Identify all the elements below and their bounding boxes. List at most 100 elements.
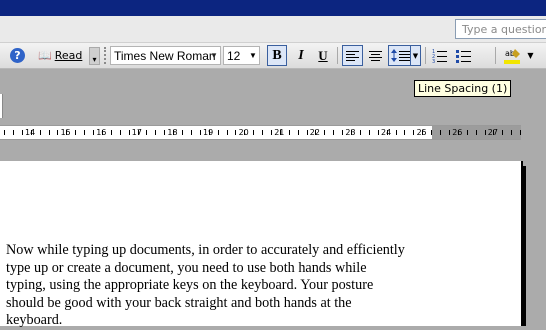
- ruler-tick: [502, 130, 503, 135]
- ruler-tick: [182, 130, 183, 135]
- ruler-tick: [129, 130, 130, 135]
- ruler-tick: [476, 130, 477, 135]
- ruler-tick: [369, 130, 370, 135]
- align-left-icon: [346, 51, 359, 61]
- ruler-tick: [146, 130, 147, 135]
- underline-button[interactable]: U: [313, 45, 333, 66]
- ruler-tick: [342, 130, 343, 135]
- line-spacing-tooltip: Line Spacing (1): [414, 80, 512, 97]
- ruler-tick: [485, 130, 486, 135]
- italic-button[interactable]: I: [291, 45, 311, 66]
- toolbar-grip-handle[interactable]: [104, 47, 107, 64]
- ruler-tick: [4, 130, 5, 135]
- toolbar-separator: [425, 47, 426, 64]
- ruler-tick: [467, 130, 468, 135]
- document-line: should be good with your back straight a…: [6, 294, 352, 311]
- ruler-tick: [413, 130, 414, 135]
- ruler-tick: [57, 130, 58, 135]
- font-size-value: 12: [227, 49, 241, 63]
- ruler-tick: [191, 130, 192, 135]
- ruler-tick: [307, 130, 308, 135]
- font-name-value: Times New Roman: [114, 49, 216, 63]
- chevron-down-icon[interactable]: ▼: [410, 46, 420, 65]
- ruler-tick: [22, 130, 23, 135]
- ruler-tick: [209, 130, 210, 135]
- ruler-tick: [235, 130, 236, 135]
- book-icon: 📖: [38, 49, 52, 62]
- ruler-tick: [164, 130, 165, 135]
- ruler-tick: [271, 130, 272, 135]
- line-spacing-button[interactable]: ▼: [388, 45, 421, 66]
- ruler-tick: [280, 130, 281, 135]
- font-name-select[interactable]: Times New Roman ▼: [110, 46, 221, 65]
- ask-question-input[interactable]: Type a question f: [455, 19, 546, 39]
- ruler-tick: [111, 130, 112, 135]
- toolbar-separator: [495, 47, 496, 64]
- chevron-down-icon[interactable]: ▼: [208, 47, 220, 64]
- ruler-tick: [378, 130, 379, 135]
- document-line: keyboard.: [6, 312, 63, 328]
- align-center-icon: [369, 51, 382, 61]
- ruler-tick: [333, 130, 334, 135]
- ruler-tick: [289, 130, 290, 135]
- ruler-tick: [431, 130, 432, 135]
- formatting-toolbar: ? 📖 Read ▾ Times New Roman ▼ 12 ▼ B I U …: [0, 43, 546, 69]
- ruler-tick: [227, 130, 228, 135]
- bulleted-list-icon: [456, 50, 471, 63]
- ruler-tick: [298, 130, 299, 135]
- chevron-down-icon[interactable]: ▼: [526, 51, 535, 60]
- toolbar-options-chevron-icon[interactable]: ▾: [89, 47, 100, 65]
- numbered-list-button[interactable]: 123: [429, 45, 450, 66]
- toolbar-separator: [337, 47, 338, 64]
- ruler-tick: [244, 130, 245, 135]
- font-size-select[interactable]: 12 ▼: [223, 46, 260, 65]
- ruler-tick: [449, 130, 450, 135]
- ruler-tick: [93, 130, 94, 135]
- highlight-icon: ab: [504, 49, 520, 64]
- align-center-button[interactable]: [365, 45, 386, 66]
- horizontal-ruler[interactable]: 1415161718192021222324252627: [0, 125, 521, 140]
- document-page[interactable]: Now while typing up documents, in order …: [0, 161, 523, 328]
- task-pane-edge: [0, 94, 3, 118]
- ruler-tick: [49, 130, 50, 135]
- line-spacing-icon: [391, 49, 410, 62]
- bulleted-list-button[interactable]: [453, 45, 474, 66]
- bold-button[interactable]: B: [267, 45, 287, 66]
- ruler-tick: [422, 130, 423, 135]
- ruler-tick: [66, 130, 67, 135]
- ruler-tick: [520, 130, 521, 135]
- ruler-tick: [351, 130, 352, 135]
- ruler-tick: [218, 130, 219, 135]
- ruler-tick: [396, 130, 397, 135]
- ruler-tick: [493, 130, 494, 135]
- ruler-tick: [404, 130, 405, 135]
- ruler-tick: [31, 130, 32, 135]
- page-shadow: [523, 166, 526, 326]
- ruler-tick: [138, 130, 139, 135]
- ruler-tick: [440, 130, 441, 135]
- document-line: Now while typing up documents, in order …: [6, 242, 405, 258]
- ruler-tick: [13, 130, 14, 135]
- highlight-button[interactable]: ab: [502, 45, 524, 66]
- align-left-button[interactable]: [342, 45, 363, 66]
- ruler-tick: [511, 130, 512, 135]
- help-icon[interactable]: ?: [10, 48, 25, 63]
- ruler-tick: [75, 130, 76, 135]
- chevron-down-icon[interactable]: ▼: [247, 47, 259, 64]
- ruler-tick: [324, 130, 325, 135]
- ruler-tick: [84, 130, 85, 135]
- ruler-tick: [173, 130, 174, 135]
- ruler-tick: [40, 130, 41, 135]
- ruler-tick: [387, 130, 388, 135]
- ruler-tick: [262, 130, 263, 135]
- document-body[interactable]: Now while typing up documents, in order …: [6, 242, 446, 330]
- read-label: Read: [54, 49, 83, 62]
- svg-text:3: 3: [432, 59, 435, 65]
- ruler-tick: [120, 130, 121, 135]
- numbered-list-icon: 123: [432, 49, 447, 65]
- ruler-tick: [155, 130, 156, 135]
- document-line: typing, using the appropriate keys on th…: [6, 277, 374, 293]
- ruler-tick: [200, 130, 201, 135]
- read-button[interactable]: 📖 Read: [38, 46, 86, 65]
- ruler-tick: [360, 130, 361, 135]
